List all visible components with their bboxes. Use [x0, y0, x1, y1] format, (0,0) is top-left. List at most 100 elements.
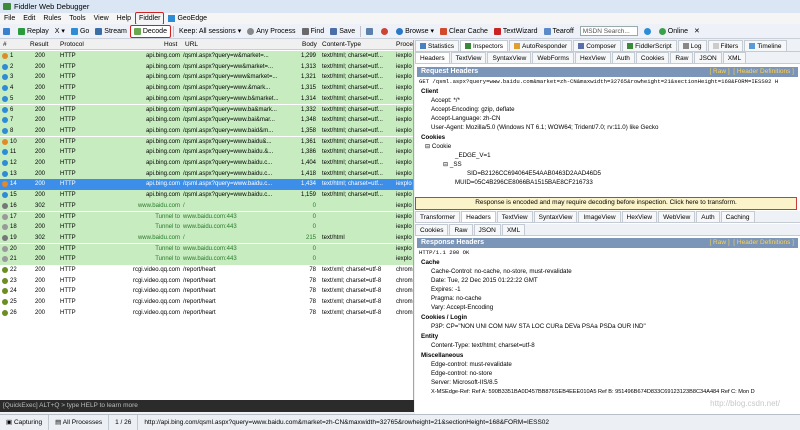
tab-headers[interactable]: Headers — [415, 52, 450, 63]
tab-statistics[interactable]: Statistics — [415, 40, 460, 51]
session-row[interactable]: 11 200 HTTP api.bing.com/qsml.aspx?query=ww… — [0, 147, 413, 158]
session-row[interactable]: 7 200 HTTP api.bing.com/qsml.aspx?query=www… — [0, 115, 413, 126]
help-button[interactable] — [641, 25, 656, 38]
tab-headers[interactable]: Headers — [461, 211, 496, 222]
tab-caching[interactable]: Caching — [720, 211, 755, 222]
tab-log[interactable]: Log — [677, 40, 707, 51]
tab-textview[interactable]: TextView — [450, 52, 487, 63]
any-process-button[interactable]: Any Process — [244, 25, 298, 38]
session-row[interactable]: 16 302 HTTP www.baidu.com/0 iexplo — [0, 200, 413, 212]
menu-view[interactable]: View — [90, 13, 113, 24]
menu-geoedge[interactable]: GeoEdge — [164, 13, 211, 24]
session-row[interactable]: 3 200 HTTP api.bing.com/qsml.aspx?query=www… — [0, 72, 413, 83]
tab-raw[interactable]: Raw — [670, 52, 694, 63]
session-row[interactable]: 5 200 HTTP api.bing.com/qsml.aspx?query=www… — [0, 93, 413, 105]
col-body[interactable]: Body — [302, 40, 317, 50]
replay-button[interactable]: Replay — [15, 25, 52, 38]
cookie-node[interactable]: ⊟ Cookie — [425, 143, 451, 151]
cookie-node[interactable]: ⊟ _SS — [443, 161, 462, 169]
tab-syntaxview[interactable]: SyntaxView — [533, 211, 578, 222]
tab-fiddlerscript[interactable]: FiddlerScript — [622, 40, 677, 51]
tab-timeline[interactable]: Timeline — [744, 40, 787, 51]
tab-json[interactable]: JSON — [473, 224, 501, 235]
session-row[interactable]: 6 200 HTTP api.bing.com/qsml.aspx?query=www… — [0, 104, 413, 115]
tab-hexview[interactable]: HexView — [621, 211, 658, 222]
screenshot-button[interactable] — [363, 25, 378, 38]
capturing-toggle[interactable]: ▣ Capturing — [0, 415, 50, 430]
keep-sessions-dropdown[interactable]: Keep: All sessions ▾ — [176, 25, 244, 38]
session-row[interactable]: 15 200 HTTP api.bing.com/qsml.aspx?query=ww… — [0, 190, 413, 201]
menu-edit[interactable]: Edit — [19, 13, 39, 24]
tab-json[interactable]: JSON — [694, 52, 722, 63]
header-definitions-link[interactable]: [ Header Definitions ] — [733, 239, 794, 246]
session-row[interactable]: 22 200 HTTP rcgi.video.qq.com/report/heart 7… — [0, 265, 413, 276]
browse-button[interactable]: Browse ▾ — [393, 25, 437, 38]
session-row[interactable]: 4 200 HTTP api.bing.com/qsml.aspx?query=www… — [0, 83, 413, 94]
tab-syntaxview[interactable]: SyntaxView — [487, 52, 532, 63]
session-row[interactable]: 1 200 HTTP api.bing.com/qsml.aspx?query=w&m… — [0, 51, 413, 62]
menu-file[interactable]: File — [0, 13, 19, 24]
tab-autoresponder[interactable]: AutoResponder — [509, 40, 573, 51]
tab-composer[interactable]: Composer — [573, 40, 622, 51]
session-row[interactable]: 25 200 HTTP rcgi.video.qq.com/report/heart 7… — [0, 297, 413, 308]
session-row[interactable]: 8 200 HTTP api.bing.com/qsml.aspx?query=www… — [0, 125, 413, 137]
remove-button[interactable]: X ▾ — [52, 25, 68, 38]
session-row[interactable]: 12 200 HTTP api.bing.com/qsml.aspx?query=ww… — [0, 158, 413, 169]
session-row[interactable]: 23 200 HTTP rcgi.video.qq.com/report/heart 7… — [0, 275, 413, 287]
tab-webforms[interactable]: WebForms — [532, 52, 574, 63]
session-row[interactable]: 20 200 HTTP Tunnel to www.baidu.com:443 0 iexp… — [0, 243, 413, 255]
tab-textview[interactable]: TextView — [496, 211, 533, 222]
process-filter[interactable]: ▤ All Processes — [49, 415, 110, 430]
close-toolbar-button[interactable]: ✕ — [691, 25, 703, 38]
session-row[interactable]: 19 302 HTTP www.baidu.com/215 text/html iexpl… — [0, 232, 413, 244]
comment-button[interactable] — [0, 25, 15, 38]
session-row[interactable]: 10 200 HTTP api.bing.com/qsml.aspx?query=ww… — [0, 136, 413, 148]
tab-xml[interactable]: XML — [501, 224, 526, 235]
decode-warning-bar[interactable]: Response is encoded and may require deco… — [415, 197, 797, 210]
col-url[interactable]: URL — [185, 40, 198, 50]
raw-link[interactable]: [ Raw ] — [709, 68, 729, 75]
header-definitions-link[interactable]: [ Header Definitions ] — [733, 68, 794, 75]
stream-button[interactable]: Stream — [92, 25, 130, 38]
quickexec-input[interactable]: [QuickExec] ALT+Q > type HELP to learn m… — [0, 400, 414, 412]
menu-tools[interactable]: Tools — [65, 13, 89, 24]
clear-cache-button[interactable]: Clear Cache — [437, 25, 491, 38]
tab-raw[interactable]: Raw — [449, 224, 473, 235]
menu-help[interactable]: Help — [113, 13, 135, 24]
tab-cookies[interactable]: Cookies — [415, 224, 449, 235]
sessions-list[interactable]: # Result Protocol Host URL Body Content-… — [0, 40, 414, 400]
col-result[interactable]: Result — [30, 40, 48, 50]
session-row[interactable]: 24 200 HTTP rcgi.video.qq.com/report/heart 7… — [0, 286, 413, 297]
col-host[interactable]: Host — [164, 40, 177, 50]
tab-imageview[interactable]: ImageView — [578, 211, 621, 222]
decode-button[interactable]: Decode — [129, 24, 171, 38]
session-row[interactable]: 18 200 HTTP Tunnel to www.baidu.com:443 0 iexp… — [0, 222, 413, 233]
tab-inspectors[interactable]: Inspectors — [460, 40, 509, 51]
col-protocol[interactable]: Protocol — [60, 40, 84, 50]
raw-link[interactable]: [ Raw ] — [709, 239, 729, 246]
session-row[interactable]: 13 200 HTTP api.bing.com/qsml.aspx?query=ww… — [0, 168, 413, 180]
tab-transformer[interactable]: Transformer — [415, 211, 461, 222]
find-button[interactable]: Find — [299, 25, 328, 38]
tab-auth[interactable]: Auth — [611, 52, 635, 63]
timer-button[interactable] — [378, 25, 393, 38]
tab-hexview[interactable]: HexView — [575, 52, 611, 63]
tab-cookies[interactable]: Cookies — [635, 52, 670, 63]
tab-webview[interactable]: WebView — [658, 211, 696, 222]
session-row[interactable]: 2 200 HTTP api.bing.com/qsml.aspx?query=ww&… — [0, 61, 413, 73]
col-number[interactable]: # — [3, 40, 7, 50]
go-button[interactable]: Go — [68, 25, 92, 38]
msdn-search-input[interactable]: MSDN Search... — [579, 26, 638, 36]
save-button[interactable]: Save — [327, 25, 358, 38]
tab-auth[interactable]: Auth — [696, 211, 720, 222]
session-row[interactable]: 21 200 HTTP Tunnel to www.baidu.com:443 0 iexp… — [0, 254, 413, 265]
session-row[interactable]: 26 200 HTTP rcgi.video.qq.com/report/heart 7… — [0, 307, 413, 319]
tab-xml[interactable]: XML — [722, 52, 747, 63]
session-row[interactable]: 14 200 HTTP api.bing.com/qsml.aspx?query=ww… — [0, 179, 413, 190]
textwizard-button[interactable]: TextWizard — [491, 25, 541, 38]
menu-rules[interactable]: Rules — [39, 13, 65, 24]
tearoff-button[interactable]: Tearoff — [541, 25, 577, 38]
col-process[interactable]: Proce — [396, 40, 413, 50]
session-row[interactable]: 17 200 HTTP Tunnel to www.baidu.com:443 0 iexp… — [0, 211, 413, 222]
col-content-type[interactable]: Content-Type — [322, 40, 361, 50]
